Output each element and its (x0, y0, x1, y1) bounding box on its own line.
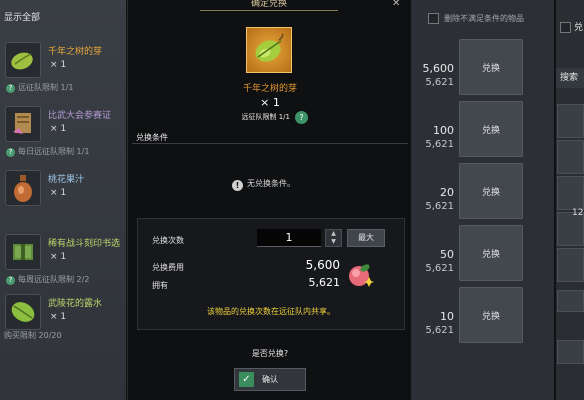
help-icon: ? (6, 84, 15, 93)
help-icon: ? (6, 148, 15, 157)
green-leaf-icon (5, 294, 41, 330)
exchange-button[interactable]: 兑换 (459, 287, 523, 343)
list-item-name: 比武大会参赛证 (48, 111, 112, 121)
filter-checkbox[interactable] (428, 13, 439, 24)
owned-value: 5,621 (425, 263, 454, 274)
price-cell: 10 5,621 (412, 310, 454, 336)
scroll-ticket-icon (5, 106, 41, 142)
item-name: 千年之树的芽 (242, 84, 297, 94)
list-item-limit: ? 每周远征队限制 2/2 (6, 274, 89, 285)
exchange-times-label: 兑换次数 (152, 236, 184, 245)
price-value: 20 (440, 186, 454, 199)
chevron-up-icon[interactable]: ▲ (326, 230, 341, 238)
price-cell: 20 5,621 (412, 186, 454, 212)
list-item-name: 武陵花的露水 (48, 299, 103, 309)
item-list-panel: 显示全部 千年之树的芽 × 1 ? 远征队限制 1/1 比武大会参赛证 × 1 ?… (0, 0, 127, 400)
list-item[interactable]: 桃花果汁 × 1 (0, 166, 127, 230)
side-slot[interactable] (557, 140, 584, 174)
list-item[interactable]: 比武大会参赛证 × 1 ? 每日远征队限制 1/1 (0, 102, 127, 166)
list-item-limit: 购买限制 20/20 (4, 331, 62, 340)
list-item-limit: ? 每日远征队限制 1/1 (6, 146, 89, 157)
list-item-limit: ? 远征队限制 1/1 (6, 82, 73, 93)
exchange-button[interactable]: 兑换 (459, 39, 523, 95)
side-slot[interactable] (557, 290, 584, 312)
item-quantity: × 1 (260, 96, 280, 109)
item-icon-frame (246, 27, 292, 73)
close-icon[interactable]: ✕ (392, 0, 400, 9)
owned-label: 拥有 (152, 281, 168, 290)
owned-value: 5,621 (425, 325, 454, 336)
confirm-button-label: 确认 (262, 375, 278, 384)
price-cell: 100 5,621 (412, 124, 454, 150)
list-item-qty: × 1 (50, 252, 67, 262)
side-checkbox[interactable] (560, 22, 571, 33)
search-tab[interactable]: 搜索 (556, 68, 584, 88)
exchange-button[interactable]: 兑换 (459, 163, 523, 219)
dialog-title: 确定兑换 (200, 0, 338, 11)
owned-value: 5,621 (425, 77, 454, 88)
list-item-qty: × 1 (50, 312, 67, 322)
divider (132, 143, 408, 144)
confirm-button[interactable]: ✓ 确认 (234, 368, 306, 391)
filter-label: 删除不满足条件的物品 (444, 14, 524, 23)
exchange-button[interactable]: 兑换 (459, 101, 523, 157)
list-item[interactable]: 稀有战斗刻印书选 × 1 ? 每周远征队限制 2/2 (0, 230, 127, 294)
side-slot[interactable] (557, 104, 584, 138)
owned-value: 5,621 (308, 276, 341, 289)
side-slot[interactable] (557, 176, 584, 210)
list-item-name: 桃花果汁 (48, 175, 85, 185)
side-label: 兑 (574, 23, 584, 33)
item-limit: 远征队限制 1/1 (241, 113, 291, 121)
side-slot[interactable] (557, 248, 584, 282)
show-all-filter[interactable]: 显示全部 (4, 10, 40, 23)
price-value: 10 (440, 310, 454, 323)
exchange-button[interactable]: 兑换 (459, 225, 523, 281)
vase-juice-icon (5, 170, 41, 206)
exchange-times-input[interactable]: 1 (257, 229, 321, 247)
side-slot[interactable] (557, 340, 584, 364)
conditions-empty: ! 无兑换条件。 (232, 178, 295, 191)
list-item-qty: × 1 (50, 60, 67, 70)
owned-value: 5,621 (425, 139, 454, 150)
green-seed-icon (5, 42, 41, 78)
cost-value: 5,600 (305, 258, 340, 272)
quantity-stepper[interactable]: ▲ ▼ (325, 229, 342, 247)
cost-label: 兑换费用 (152, 263, 184, 272)
price-cell: 5,600 5,621 (412, 62, 455, 88)
green-book-icon (5, 234, 41, 270)
max-button[interactable]: 最大 (347, 229, 385, 247)
list-item-name: 千年之树的芽 (48, 47, 103, 57)
price-value: 100 (433, 124, 454, 137)
list-item-qty: × 1 (50, 188, 67, 198)
list-item[interactable]: 千年之树的芽 × 1 ? 远征队限制 1/1 (0, 38, 127, 102)
list-item-qty: × 1 (50, 124, 67, 134)
owned-value: 5,621 (425, 201, 454, 212)
price-value: 50 (440, 248, 454, 261)
list-item-name: 稀有战斗刻印书选 (48, 239, 121, 249)
chevron-down-icon[interactable]: ▼ (326, 238, 341, 246)
side-slot[interactable]: 12 (557, 208, 584, 246)
checkmark-icon: ✓ (239, 372, 254, 387)
price-cell: 50 5,621 (412, 248, 454, 274)
list-item[interactable]: 武陵花的露水 × 1 购买限制 20/20 (0, 290, 127, 354)
confirm-question: 是否兑换? (251, 349, 289, 358)
info-icon: ! (232, 180, 243, 191)
help-icon[interactable]: ? (295, 111, 308, 124)
price-value: 5,600 (422, 62, 455, 75)
shared-limit-warning: 该物品的兑换次数在远征队内共享。 (207, 307, 335, 316)
green-seed-icon (255, 33, 284, 62)
conditions-heading: 兑换条件 (136, 133, 168, 142)
help-icon: ? (6, 276, 15, 285)
side-number: 12 (572, 208, 584, 218)
peach-currency-icon (346, 262, 374, 288)
